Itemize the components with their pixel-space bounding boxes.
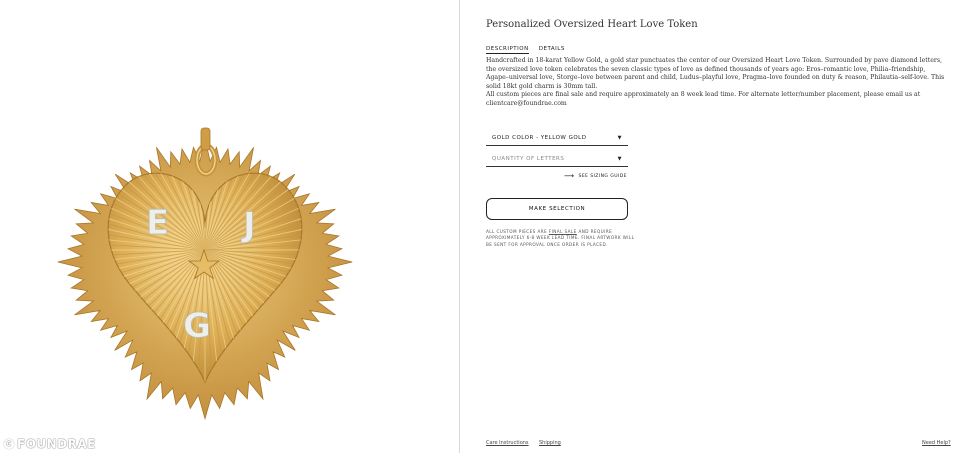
heart-pendant-image: E J G [57, 127, 353, 421]
quantity-placeholder: QUANTITY OF LETTERS [492, 155, 565, 162]
gold-color-value: GOLD COLOR - YELLOW GOLD [492, 134, 587, 141]
product-image-panel: E J G C FOUNDRAE [0, 0, 459, 453]
need-help-link[interactable]: Need Help? [922, 440, 951, 446]
pendant-letter-e: E [146, 203, 169, 243]
final-sale-notice: ALL CUSTOM PIECES ARE FINAL SALE AND REQ… [486, 229, 636, 248]
pendant-letter-g: G [183, 306, 211, 346]
product-details-panel: Personalized Oversized Heart Love Token … [460, 0, 960, 453]
arrow-right-icon: ⟶ [564, 172, 575, 180]
quantity-of-letters-select[interactable]: QUANTITY OF LETTERS ▼ [486, 151, 628, 167]
care-instructions-link[interactable]: Care Instructions [486, 440, 529, 446]
final-sale-link[interactable]: FINAL SALE [549, 229, 577, 234]
dropdown-arrow-icon: ▼ [617, 134, 622, 141]
dropdown-arrow-icon: ▼ [617, 155, 622, 162]
custom-note-paragraph: All custom pieces are final sale and req… [486, 91, 921, 107]
product-title: Personalized Oversized Heart Love Token [486, 19, 698, 30]
sizing-guide-link[interactable]: ⟶ SEE SIZING GUIDE [564, 172, 627, 180]
copyright-icon: C [4, 439, 14, 449]
pendant-letter-j: J [241, 205, 256, 245]
foundrae-watermark: C FOUNDRAE [4, 436, 96, 452]
product-description: Handcrafted in 18-karat Yellow Gold, a g… [486, 57, 946, 109]
notice-text-pre: ALL CUSTOM PIECES ARE [486, 229, 549, 234]
description-paragraph: Handcrafted in 18-karat Yellow Gold, a g… [486, 57, 945, 90]
tab-description[interactable]: DESCRIPTION [486, 46, 529, 54]
shipping-link[interactable]: Shipping [539, 440, 561, 446]
sizing-guide-label: SEE SIZING GUIDE [578, 173, 627, 179]
detail-tabs: DESCRIPTION DETAILS [486, 46, 565, 54]
gold-color-select[interactable]: GOLD COLOR - YELLOW GOLD ▼ [486, 130, 628, 146]
tab-details[interactable]: DETAILS [539, 46, 565, 54]
make-selection-button[interactable]: MAKE SELECTION [486, 198, 628, 220]
watermark-text: FOUNDRAE [17, 437, 96, 451]
